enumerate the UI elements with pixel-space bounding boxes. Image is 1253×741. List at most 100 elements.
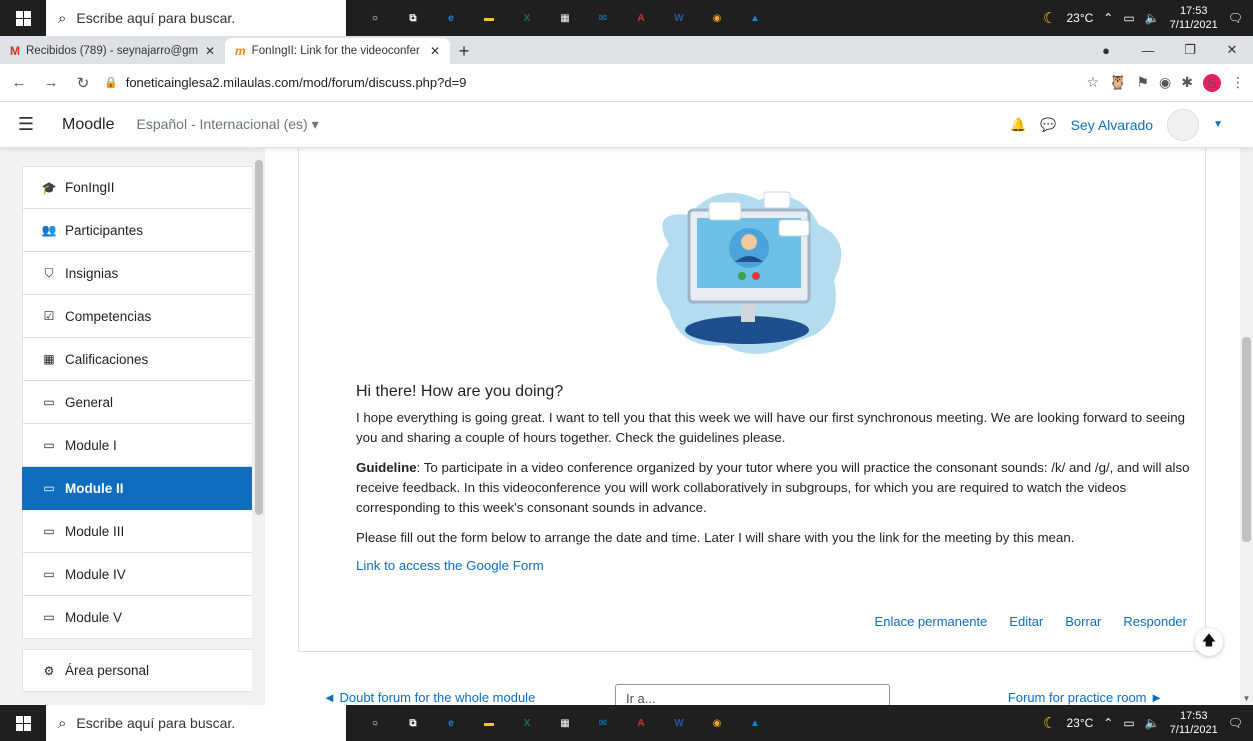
delete-link[interactable]: Borrar: [1065, 614, 1101, 629]
page-scrollbar[interactable]: ▲ ▼: [1240, 102, 1253, 705]
drawer-item-module-ii[interactable]: ▭ Module II: [22, 467, 257, 510]
reply-link[interactable]: Responder: [1123, 614, 1187, 629]
chevron-up-icon[interactable]: ⌃: [1103, 716, 1113, 730]
task-view-icon[interactable]: ⧉: [394, 0, 432, 36]
cortana-icon[interactable]: ○: [356, 0, 394, 36]
drawer-item-label: FonIngII: [65, 180, 115, 195]
star-icon[interactable]: ☆: [1086, 74, 1099, 91]
store-icon[interactable]: ▦: [546, 705, 584, 741]
weather-temp[interactable]: 23°C: [1066, 11, 1093, 25]
extension-owl-icon[interactable]: 🦉: [1109, 74, 1126, 91]
notification-icon[interactable]: 🗨: [1228, 11, 1243, 25]
back-to-top-button[interactable]: 🡅: [1195, 628, 1223, 656]
forward-button[interactable]: →: [40, 74, 62, 91]
network-icon[interactable]: ▭: [1123, 11, 1134, 25]
close-icon[interactable]: ✕: [205, 44, 215, 58]
drawer-item-module-iv[interactable]: ▭ Module IV: [22, 553, 257, 596]
site-brand[interactable]: Moodle: [62, 116, 114, 134]
clock[interactable]: 17:53 7/11/2021: [1170, 709, 1218, 737]
acrobat-icon[interactable]: A: [622, 705, 660, 741]
close-window-button[interactable]: ✕: [1211, 42, 1253, 58]
page-scroll-thumb[interactable]: [1242, 337, 1251, 542]
weather-temp[interactable]: 23°C: [1066, 716, 1093, 730]
scroll-down-icon[interactable]: ▼: [1240, 694, 1253, 703]
drawer-item-module-i[interactable]: ▭ Module I: [22, 424, 257, 467]
drawer-item-insignias[interactable]: ⛉ Insignias: [22, 252, 257, 295]
new-tab-button[interactable]: +: [450, 38, 478, 64]
hamburger-icon[interactable]: ☰: [6, 114, 46, 135]
close-icon[interactable]: ✕: [430, 44, 440, 58]
tab-search-icon[interactable]: ●: [1085, 43, 1127, 58]
next-activity-link[interactable]: Forum for practice room ►: [1008, 690, 1163, 705]
file-explorer-icon[interactable]: ▬: [470, 705, 508, 741]
reload-button[interactable]: ↻: [72, 74, 94, 92]
task-view-icon[interactable]: ⧉: [394, 705, 432, 741]
photos-icon[interactable]: ▲: [736, 705, 774, 741]
lock-icon[interactable]: 🔒: [104, 76, 118, 89]
extension-badge-icon[interactable]: ⚑: [1136, 74, 1149, 91]
google-form-link[interactable]: Link to access the Google Form: [356, 558, 544, 573]
drawer-item-calificaciones[interactable]: ▦ Calificaciones: [22, 338, 257, 381]
chevron-up-icon[interactable]: ⌃: [1103, 11, 1113, 25]
edge-icon[interactable]: e: [432, 0, 470, 36]
restore-button[interactable]: ❐: [1169, 42, 1211, 58]
drawer-item-module-v[interactable]: ▭ Module V: [22, 596, 257, 639]
drawer-item-participantes[interactable]: 👥 Participantes: [22, 209, 257, 252]
tab-forum[interactable]: m FonIngII: Link for the videoconfer ✕: [225, 38, 450, 64]
mail-icon-glyph: ✉: [598, 717, 608, 729]
puzzle-icon[interactable]: ✱: [1181, 74, 1193, 91]
chrome-icon[interactable]: ◉: [698, 705, 736, 741]
start-button[interactable]: [0, 0, 46, 36]
word-icon[interactable]: W: [660, 705, 698, 741]
word-icon[interactable]: W: [660, 0, 698, 36]
file-explorer-icon[interactable]: ▬: [470, 0, 508, 36]
drawer-item-general[interactable]: ▭ General: [22, 381, 257, 424]
edit-link[interactable]: Editar: [1009, 614, 1043, 629]
chrome-icon-glyph: ◉: [712, 717, 722, 729]
excel-icon[interactable]: X: [508, 705, 546, 741]
tab-gmail[interactable]: M Recibidos (789) - seynajarro@gm ✕: [0, 38, 225, 64]
mail-icon[interactable]: ✉: [584, 705, 622, 741]
volume-icon[interactable]: 🔈: [1145, 716, 1160, 730]
user-avatar[interactable]: [1167, 108, 1200, 141]
minimize-button[interactable]: —: [1127, 43, 1169, 58]
extension-circle-icon[interactable]: ◉: [1159, 74, 1171, 91]
acrobat-icon[interactable]: A: [622, 0, 660, 36]
drawer-item-module-iii[interactable]: ▭ Module III: [22, 510, 257, 553]
task-view-icon-glyph: ⧉: [409, 12, 417, 24]
drawer-item-competencias[interactable]: ☑ Competencias: [22, 295, 257, 338]
prev-activity-link[interactable]: ◄ Doubt forum for the whole module: [323, 690, 535, 705]
chrome-icon[interactable]: ◉: [698, 0, 736, 36]
mail-icon[interactable]: ✉: [584, 0, 622, 36]
language-menu[interactable]: Español - Internacional (es) ▾: [136, 116, 318, 133]
jump-to-select[interactable]: Ir a...: [615, 684, 890, 705]
taskbar-search[interactable]: ⌕ Escribe aquí para buscar.: [46, 705, 346, 741]
photos-icon[interactable]: ▲: [736, 0, 774, 36]
clock[interactable]: 17:53 7/11/2021: [1170, 4, 1218, 32]
cortana-icon[interactable]: ○: [356, 705, 394, 741]
network-icon[interactable]: ▭: [1123, 716, 1134, 730]
start-button[interactable]: [0, 705, 46, 741]
address-bar[interactable]: 🔒 foneticainglesa2.milaulas.com/mod/foru…: [104, 70, 1076, 96]
drawer-item-area-personal[interactable]: ⚙ Área personal: [22, 649, 257, 692]
menu-icon[interactable]: ⋮: [1231, 74, 1245, 91]
drawer-item-foningii[interactable]: 🎓 FonIngII: [22, 166, 257, 209]
user-name[interactable]: Sey Alvarado: [1071, 117, 1154, 133]
windows-icon: [15, 10, 31, 26]
caret-down-icon[interactable]: ▼: [1213, 119, 1223, 130]
profile-avatar[interactable]: S: [1203, 73, 1221, 92]
excel-icon[interactable]: X: [508, 0, 546, 36]
insignias-icon: ⛉: [44, 265, 54, 280]
edge-icon[interactable]: e: [432, 705, 470, 741]
taskbar-search[interactable]: ⌕ Escribe aquí para buscar.: [46, 0, 346, 36]
guideline-text: : To participate in a video conference o…: [356, 460, 1190, 515]
activity-navigation: ◄ Doubt forum for the whole module Ir a.…: [323, 684, 1163, 705]
chat-icon[interactable]: 💬: [1040, 117, 1056, 133]
bell-icon[interactable]: 🔔: [1010, 117, 1026, 133]
permalink-link[interactable]: Enlace permanente: [875, 614, 988, 629]
drawer-scrollbar[interactable]: [252, 148, 265, 705]
store-icon[interactable]: ▦: [546, 0, 584, 36]
volume-icon[interactable]: 🔈: [1145, 11, 1160, 25]
notification-icon[interactable]: 🗨: [1228, 716, 1243, 730]
back-button[interactable]: ←: [8, 74, 30, 91]
